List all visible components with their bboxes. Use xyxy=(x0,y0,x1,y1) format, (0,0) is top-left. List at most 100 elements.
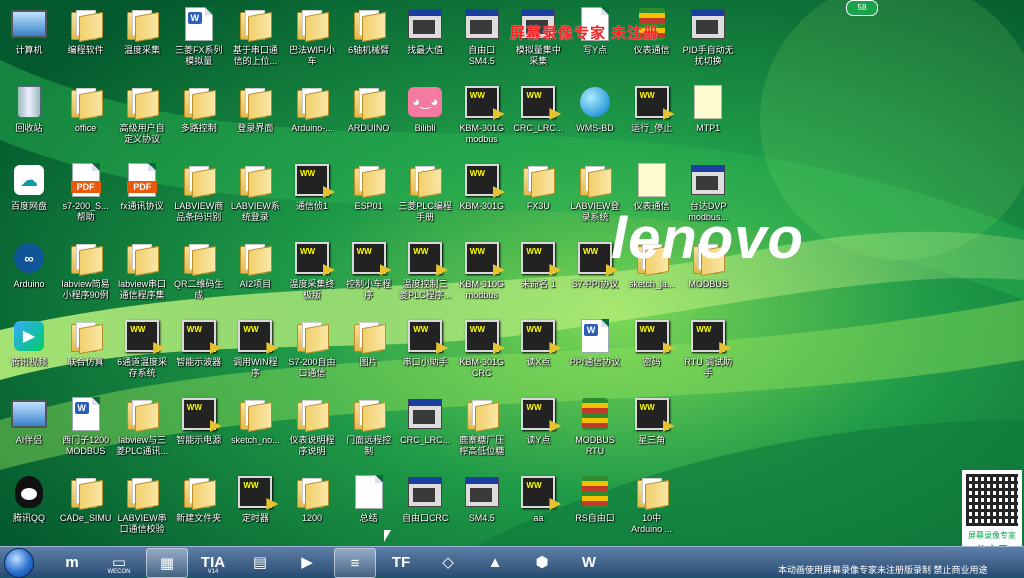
desktop-icon[interactable]: AI2项目 xyxy=(226,236,284,314)
desktop-icon[interactable]: 巴法WIFI小 车 xyxy=(283,2,341,80)
desktop-icon[interactable]: 读X点 xyxy=(509,314,567,392)
desktop-icon[interactable]: 编程软件 xyxy=(57,2,115,80)
desktop-icon[interactable]: 新建文件夹 xyxy=(170,470,228,548)
desktop-icon[interactable]: 计算机 xyxy=(0,2,58,80)
taskbar-button-panel[interactable]: ▤ xyxy=(240,548,280,576)
desktop-icon[interactable]: PDF fx通讯协议 xyxy=(113,158,171,236)
folder-icon xyxy=(68,84,104,121)
desktop-icon[interactable]: 温度采集 xyxy=(113,2,171,80)
desktop-icon[interactable]: 基于串口通 信的上位... xyxy=(226,2,284,80)
desktop-icon[interactable]: 1200 xyxy=(283,470,341,548)
desktop-icon[interactable]: 腾讯QQ xyxy=(0,470,58,548)
desktop-icon[interactable]: labview简易 小程序90例 xyxy=(57,236,115,314)
desktop-icon[interactable]: MTP1 xyxy=(679,80,737,158)
desktop-icon[interactable]: ▶ 腾讯视频 xyxy=(0,314,58,392)
desktop-icon[interactable]: 6轴机械臂 xyxy=(340,2,398,80)
desktop-icon[interactable]: W 西门子1200 MODBUS xyxy=(57,392,115,470)
taskbar-button-tf[interactable]: TF xyxy=(381,548,421,576)
desktop-icon[interactable]: SM4.5 xyxy=(453,470,511,548)
taskbar-button-stack[interactable]: ≡ xyxy=(334,548,376,578)
desktop-icon[interactable]: LABVIEW串 口通信校验 xyxy=(113,470,171,548)
desktop-icon[interactable]: 通信侦1 xyxy=(283,158,341,236)
desktop-icon[interactable]: ☁ 百度网盘 xyxy=(0,158,58,236)
desktop-icon[interactable]: KBM-301G modbus xyxy=(453,80,511,158)
desktop-icon[interactable]: ARDUINO xyxy=(340,80,398,158)
desktop-icon[interactable]: QR二维码生 成 xyxy=(170,236,228,314)
desktop-icon[interactable]: 回收站 xyxy=(0,80,58,158)
desktop-icon[interactable]: CRC_LRC... xyxy=(396,392,454,470)
desktop-icon[interactable]: 登录界面 xyxy=(226,80,284,158)
taskbar-button-tia[interactable]: TIA V14 xyxy=(193,548,233,576)
desktop-icon[interactable]: Arduino-... xyxy=(283,80,341,158)
desktop-icon[interactable]: 星三角 xyxy=(623,392,681,470)
desktop-icon[interactable]: labview与三 菱PLC通讯... xyxy=(113,392,171,470)
start-button[interactable] xyxy=(4,548,34,578)
desktop-icon[interactable]: 温度控制三 菱PLC程序... xyxy=(396,236,454,314)
desktop-icon[interactable]: office xyxy=(57,80,115,158)
desktop-icon[interactable]: W PPI通信协议 xyxy=(566,314,624,392)
labview-vi-icon xyxy=(464,318,500,354)
desktop-icon[interactable]: 控制小车程 序 xyxy=(340,236,398,314)
desktop-icon[interactable]: KBM-301G xyxy=(453,158,511,236)
desktop-icon[interactable]: 仪表说明程 序说明 xyxy=(283,392,341,470)
desktop-icon[interactable]: 多路控制 xyxy=(170,80,228,158)
desktop-icon[interactable]: 未命名 1 xyxy=(509,236,567,314)
desktop-icon-label: Arduino xyxy=(13,279,45,289)
desktop-icon[interactable]: 10中 Arduino ... xyxy=(623,470,681,548)
taskbar-button-wps[interactable]: W xyxy=(569,548,609,576)
desktop-icon[interactable]: 找最大值 xyxy=(396,2,454,80)
desktop-icon[interactable]: RS自由口 xyxy=(566,470,624,548)
desktop-icon-label: 6轴机械臂 xyxy=(348,45,390,55)
desktop-icon[interactable]: S7-200自由 口通信 xyxy=(283,314,341,392)
desktop-icon[interactable]: RTU 调试助 手 xyxy=(679,314,737,392)
desktop-icon[interactable]: W 三菱FX系列 模拟量 xyxy=(170,2,228,80)
desktop-icon[interactable]: 图片 xyxy=(340,314,398,392)
desktop-icon[interactable]: ∞ Arduino xyxy=(0,236,58,314)
desktop-icon[interactable]: aa xyxy=(509,470,567,548)
desktop-icon[interactable]: LABVIEW系 统登录 xyxy=(226,158,284,236)
desktop-icon[interactable]: 联合仿真 xyxy=(57,314,115,392)
desktop-icon[interactable]: AI伴侣 xyxy=(0,392,58,470)
desktop-icon-label: KBM-310G modbus xyxy=(459,279,505,300)
desktop-icon[interactable]: 智能示电源 xyxy=(170,392,228,470)
desktop-icon[interactable]: 温度采集终 极版 xyxy=(283,236,341,314)
desktop-icon[interactable]: 6通道温度采 存系统 xyxy=(113,314,171,392)
desktop-icon[interactable]: 自由口CRC xyxy=(396,470,454,548)
desktop-icon[interactable]: 运行_停止 xyxy=(623,80,681,158)
desktop-icon[interactable]: 门面远程控 制 xyxy=(340,392,398,470)
desktop-icon[interactable]: CADe_SIMU xyxy=(57,470,115,548)
desktop-icon[interactable]: FX3U xyxy=(509,158,567,236)
desktop-icon[interactable]: 定时器 xyxy=(226,470,284,548)
desktop-icon[interactable]: ◕‿◕ Bilibli xyxy=(396,80,454,158)
desktop-icon[interactable]: 读Y点 xyxy=(509,392,567,470)
taskbar-button-wecon[interactable]: ▭ WECON xyxy=(99,548,139,576)
taskbar-button-player[interactable]: ▶ xyxy=(287,548,327,576)
desktop-icon[interactable]: labview串口 通信程序集 xyxy=(113,236,171,314)
notepad-icon xyxy=(690,84,726,120)
desktop-icon[interactable]: 自由口 SM4.5 xyxy=(453,2,511,80)
desktop-icon[interactable]: 调用WIN程 序 xyxy=(226,314,284,392)
folder-icon xyxy=(237,396,273,433)
taskbar-button-warn[interactable]: ▲ xyxy=(475,548,515,576)
desktop-icon[interactable]: 串口小助手 xyxy=(396,314,454,392)
desktop-icon[interactable]: CRC_LRC... xyxy=(509,80,567,158)
desktop-icon[interactable]: MODBUS RTU xyxy=(566,392,624,470)
desktop-icon[interactable]: 鹿寨糖厂压 榨高低位糖 xyxy=(453,392,511,470)
desktop-icon[interactable]: ESP01 xyxy=(340,158,398,236)
desktop-icon[interactable]: LABVIEW商 品条码识别 xyxy=(170,158,228,236)
taskbar-button-window-app[interactable]: ▦ xyxy=(146,548,188,578)
desktop-icon[interactable]: KBM-310G modbus xyxy=(453,236,511,314)
taskbar-button-shield[interactable]: ⬢ xyxy=(522,548,562,576)
desktop-icon[interactable]: PID手自动无 扰切换 xyxy=(679,2,737,80)
taskbar-button-vs[interactable]: ◇ xyxy=(428,548,468,576)
desktop-icon-label: labview串口 通信程序集 xyxy=(118,279,167,300)
desktop-icon[interactable]: 高级用户自 定义协议 xyxy=(113,80,171,158)
taskbar-button-magnet[interactable]: m xyxy=(52,548,92,576)
desktop-icon[interactable]: sketch_no... xyxy=(226,392,284,470)
desktop-icon[interactable]: 三菱PLC编程 手册 xyxy=(396,158,454,236)
desktop-icon[interactable]: KBM-301G CRC xyxy=(453,314,511,392)
desktop-icon[interactable]: 智能示波器 xyxy=(170,314,228,392)
desktop-icon[interactable]: 密码 xyxy=(623,314,681,392)
desktop-icon[interactable]: WMS-BD xyxy=(566,80,624,158)
desktop-icon[interactable]: PDF s7-200_S... 帮助 xyxy=(57,158,115,236)
